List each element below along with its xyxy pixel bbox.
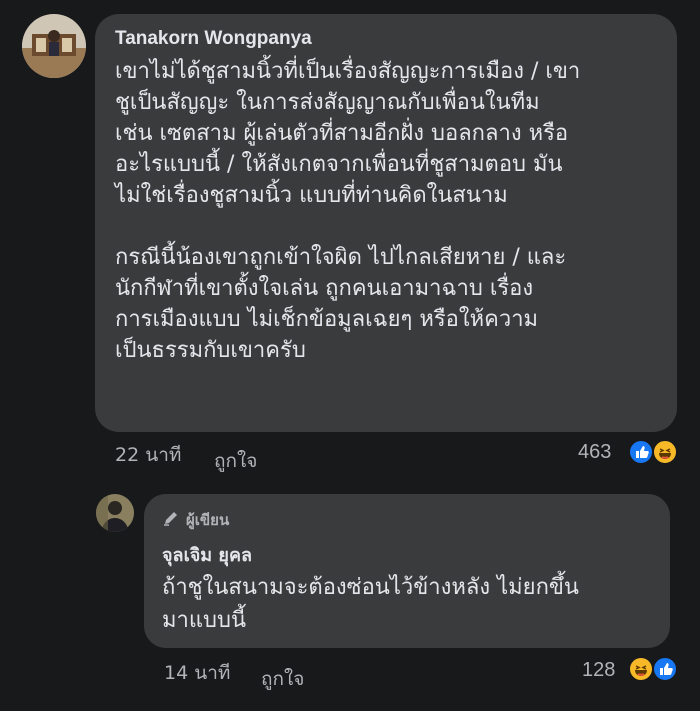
author-badge: ผู้เขียน — [162, 508, 650, 532]
reply-reaction-count[interactable]: 128 — [582, 659, 615, 682]
author-badge-label: ผู้เขียน — [186, 511, 230, 529]
commenter-avatar[interactable] — [22, 14, 86, 78]
comment-bubble: Tanakorn Wongpanya เขาไม่ได้ชูสามนิ้วที่… — [95, 14, 677, 432]
reply-author-avatar[interactable] — [96, 494, 134, 532]
haha-icon[interactable] — [628, 656, 654, 682]
haha-icon[interactable] — [652, 439, 678, 465]
reply-timestamp[interactable]: 14 นาที — [164, 658, 230, 688]
reply-like-link[interactable]: ถูกใจ — [261, 664, 304, 694]
reply-bubble: ผู้เขียน จุลเจิม ยุคล ถ้าชูในสนามจะต้องซ… — [144, 494, 670, 648]
comment-paragraph-2: กรณีนี้น้องเขาถูกเข้าใจผิด ไปไกลเสียหาย … — [115, 245, 567, 363]
reply-author-name[interactable]: จุลเจิม ยุคล — [162, 540, 650, 569]
reply-text: ถ้าชูในสนามจะต้องซ่อนไว้ข้างหลัง ไม่ยกขึ… — [162, 575, 579, 633]
comment-reaction-count[interactable]: 463 — [578, 441, 611, 464]
comment-timestamp[interactable]: 22 นาที — [115, 440, 181, 470]
pencil-icon — [162, 509, 180, 531]
like-icon[interactable] — [628, 439, 654, 465]
comment-like-link[interactable]: ถูกใจ — [214, 446, 257, 476]
like-icon[interactable] — [652, 656, 678, 682]
comment-paragraph-1: เขาไม่ได้ชูสามนิ้วที่เป็นเรื่องสัญญะการเ… — [115, 59, 581, 208]
comment-author-name[interactable]: Tanakorn Wongpanya — [115, 28, 655, 50]
